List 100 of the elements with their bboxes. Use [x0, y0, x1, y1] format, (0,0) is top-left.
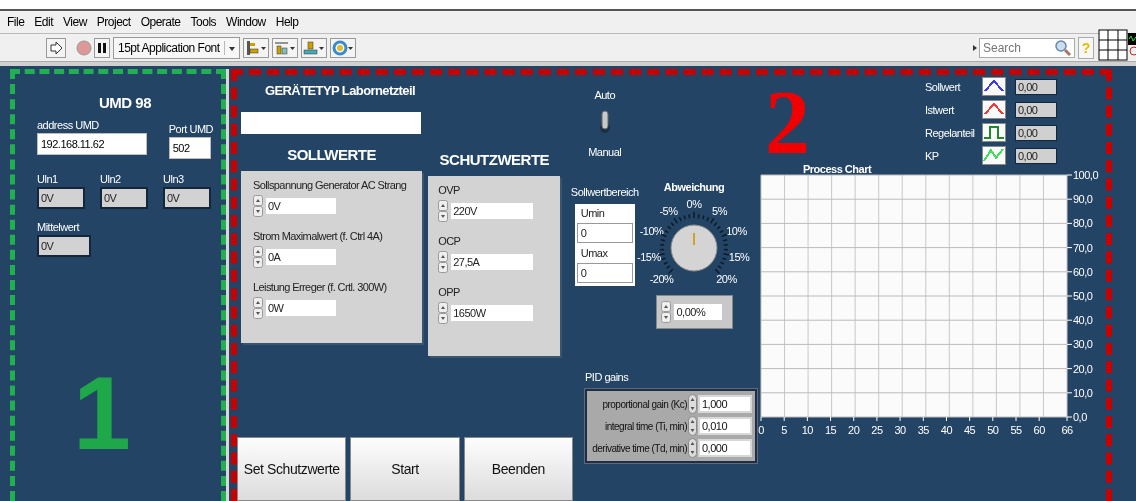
line-sample-icon	[981, 123, 1007, 142]
address-field[interactable]: 192.168.11.62	[37, 133, 147, 155]
menu-item[interactable]: Operate	[135, 15, 186, 29]
axis-tick-label: 40	[940, 424, 953, 436]
voltage-indicator: 0V	[37, 187, 85, 209]
axis-tick-label: 100,0	[1073, 169, 1099, 181]
menu-item[interactable]: Help	[270, 15, 304, 29]
numeric-field[interactable]: 220V	[451, 203, 534, 219]
toggle-switch[interactable]	[598, 110, 611, 136]
numeric-field[interactable]: 0W	[266, 300, 336, 316]
line-sample-icon	[981, 146, 1007, 165]
align-icon[interactable]	[242, 37, 269, 58]
axis-tick-label: 80,0	[1073, 217, 1093, 230]
reorder-icon[interactable]	[329, 37, 356, 58]
search-field[interactable]: Search	[979, 37, 1075, 58]
control-label: proportional gain (Kc)	[602, 398, 687, 410]
axis-tick-label: 50,0	[1073, 290, 1093, 302]
menu-item[interactable]: Window	[221, 15, 271, 29]
menu-item[interactable]: Edit	[29, 15, 59, 29]
spinner-arrows-icon[interactable]	[438, 251, 449, 273]
axis-tick-label: 20,0	[1073, 362, 1093, 375]
numeric-field[interactable]: 0V	[266, 198, 336, 214]
font-dropdown[interactable]: 15pt Application Font	[113, 36, 240, 59]
resize-icon[interactable]	[300, 37, 327, 58]
legend-label: KP	[925, 149, 940, 162]
axis-tick-label: 60	[1033, 424, 1045, 436]
numeric-field[interactable]: 1,000	[698, 395, 752, 413]
range-field[interactable]: 0	[576, 223, 633, 243]
numeric-field[interactable]: 0,010	[698, 417, 752, 435]
menu-item[interactable]: Tools	[185, 15, 222, 29]
knob-scale-label: 5%	[712, 205, 727, 218]
menu-item[interactable]: Project	[91, 15, 136, 29]
numeric-field[interactable]: 0A	[266, 249, 336, 265]
numeric-field[interactable]: 0,000	[698, 439, 752, 457]
action-button[interactable]: Set Schutzwerte	[237, 437, 347, 501]
axis-tick-label: 50	[987, 424, 999, 436]
line-sample-icon	[981, 100, 1007, 119]
mean-indicator: 0V	[37, 235, 91, 257]
axis-tick-label: 10,0	[1073, 386, 1093, 399]
control-label: OVP	[438, 184, 461, 196]
axis-tick-label: 66	[1061, 424, 1073, 436]
device-type-field[interactable]	[241, 112, 421, 134]
device-type-label: GERÄTETYP Labornetzteil	[264, 83, 416, 98]
spinner-arrows-icon[interactable]	[688, 394, 697, 414]
spinner-arrows-icon[interactable]	[660, 301, 671, 323]
knob-scale-label: -10%	[639, 225, 664, 238]
axis-tick-label: 35	[917, 424, 929, 436]
axis-tick-label: 45	[964, 424, 976, 436]
spinner-arrows-icon[interactable]	[688, 416, 697, 436]
indicator-label: Uln1	[37, 173, 59, 185]
axis-tick-label: 20	[848, 424, 860, 436]
axis-tick-label: 25	[871, 424, 883, 436]
port-field[interactable]: 502	[168, 137, 211, 159]
distribute-icon[interactable]	[271, 37, 298, 58]
action-button[interactable]: Beenden	[463, 437, 573, 501]
spinner-arrows-icon[interactable]	[438, 302, 449, 324]
axis-tick-label: 90,0	[1073, 193, 1093, 206]
menu-item[interactable]: File	[2, 15, 30, 29]
knob-scale-label: 10%	[726, 225, 747, 238]
indicator-label: Uln2	[100, 173, 122, 185]
field-label: address UMD	[37, 119, 100, 131]
value-indicator: 0,00	[1015, 78, 1057, 95]
spinner-arrows-icon[interactable]	[253, 195, 263, 217]
spinner-arrows-icon[interactable]	[253, 297, 263, 319]
section-number: 2	[765, 87, 810, 159]
value-indicator: 0,00	[1015, 147, 1057, 164]
axis-tick-label: 0,0	[1073, 411, 1087, 423]
numeric-field[interactable]: 1650W	[451, 305, 534, 321]
pause-icon[interactable]	[94, 37, 110, 58]
numeric-field[interactable]: 27,5A	[451, 254, 534, 270]
range-field[interactable]: 0	[576, 263, 633, 283]
axis-tick-label: 40,0	[1073, 314, 1093, 327]
legend-label: Regelanteil	[925, 126, 976, 139]
field-label: Umax	[579, 247, 609, 259]
field-label: Port UMD	[168, 123, 213, 135]
voltage-indicator: 0V	[100, 187, 148, 209]
value-indicator: 0,00	[1015, 101, 1057, 118]
control-label: integral time (Ti, min)	[604, 420, 687, 432]
control-label: Sollspannung Generator AC Strang	[253, 179, 408, 191]
axis-tick-label: 30,0	[1073, 338, 1093, 351]
knob-scale-label: 20%	[716, 273, 737, 286]
spinner-arrows-icon[interactable]	[438, 200, 449, 222]
axis-tick-label: 70,0	[1073, 241, 1093, 254]
spinner-arrows-icon[interactable]	[688, 438, 697, 458]
section-number: 1	[73, 361, 131, 465]
spinner-arrows-icon[interactable]	[253, 246, 263, 268]
control-label: Strom Maximalwert (f. Ctrl 4A)	[253, 230, 384, 242]
menu-item[interactable]: View	[58, 15, 92, 29]
knob-scale-label: -5%	[659, 205, 678, 218]
axis-tick-label: 10	[801, 424, 813, 436]
switch-label: Auto	[594, 89, 616, 101]
group-heading: SCHUTZWERTE	[438, 151, 551, 168]
knob-scale-label: -15%	[637, 250, 661, 263]
deviation-control[interactable]: 0,00%	[655, 295, 733, 329]
section-title: UMD 98	[98, 94, 152, 111]
axis-tick-label: 0	[758, 424, 764, 436]
chart-title: Process Chart	[803, 163, 872, 175]
pid-title: PID gains	[585, 371, 630, 383]
action-button[interactable]: Start	[350, 437, 460, 501]
value-indicator: 0,00	[1015, 124, 1057, 141]
